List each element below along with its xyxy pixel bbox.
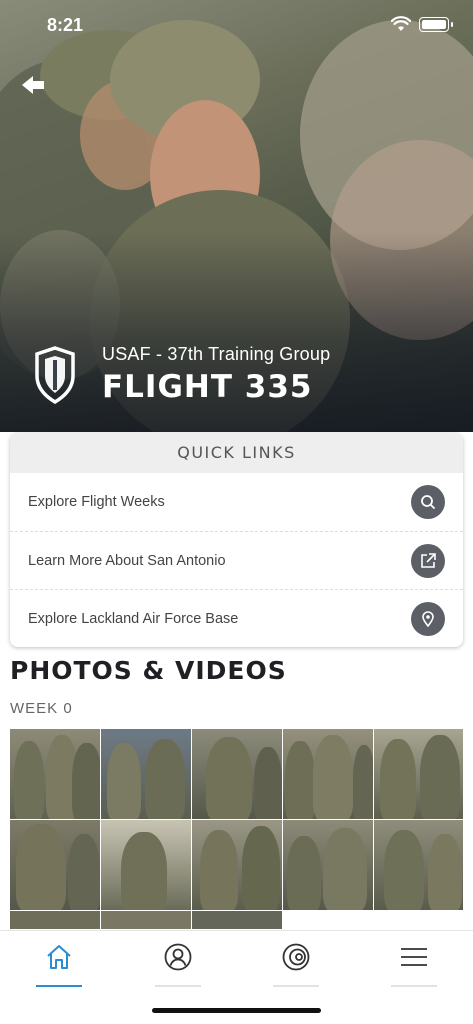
home-icon [47, 945, 71, 969]
photo-thumbnail[interactable] [10, 729, 100, 819]
hero-title: FLIGHT 335 [102, 369, 313, 405]
hero-title-block: USAF - 37th Training Group FLIGHT 335 [34, 344, 330, 405]
tab-indicator [155, 985, 201, 987]
photo-thumbnail[interactable] [101, 729, 191, 819]
back-arrow-icon [22, 76, 44, 94]
wifi-icon [391, 16, 411, 31]
tab-target[interactable] [273, 931, 319, 987]
target-icon [282, 943, 310, 971]
search-icon [411, 485, 445, 519]
back-button[interactable] [20, 72, 48, 98]
photo-grid [10, 729, 463, 929]
menu-icon [401, 948, 427, 966]
photo-thumbnail[interactable] [374, 820, 463, 910]
photo-thumbnail[interactable] [374, 729, 463, 819]
tab-home[interactable] [36, 931, 82, 987]
quick-link-san-antonio[interactable]: Learn More About San Antonio [10, 531, 463, 589]
hero-text: USAF - 37th Training Group FLIGHT 335 [102, 344, 330, 405]
quick-link-label: Explore Flight Weeks [28, 494, 165, 510]
tab-profile[interactable] [155, 931, 201, 987]
quick-link-explore-flight-weeks[interactable]: Explore Flight Weeks [10, 473, 463, 531]
home-indicator[interactable] [152, 1008, 321, 1013]
map-pin-icon [411, 602, 445, 636]
photo-thumbnail[interactable] [101, 820, 191, 910]
week-label: WEEK 0 [10, 700, 73, 717]
photo-thumbnail[interactable] [101, 911, 191, 929]
photo-thumbnail[interactable] [192, 820, 282, 910]
battery-icon [419, 16, 453, 32]
photo-thumbnail[interactable] [192, 911, 282, 929]
quick-link-label: Explore Lackland Air Force Base [28, 610, 239, 627]
shield-logo-icon [35, 345, 75, 404]
hero-banner: 8:21 USAF - 37th Training Group FLIGHT 3… [0, 0, 473, 432]
quick-links-card: QUICK LINKS Explore Flight Weeks Learn M… [10, 433, 463, 647]
hero-subtitle: USAF - 37th Training Group [102, 344, 331, 364]
photo-thumbnail[interactable] [283, 729, 373, 819]
status-bar: 8:21 [0, 0, 473, 50]
photo-thumbnail[interactable] [192, 729, 282, 819]
photo-thumbnail[interactable] [283, 820, 373, 910]
photos-section-title: PHOTOS & VIDEOS [10, 656, 287, 685]
status-time: 8:21 [47, 15, 84, 35]
quick-link-lackland-afb[interactable]: Explore Lackland Air Force Base [10, 589, 463, 647]
quick-link-label: Learn More About San Antonio [28, 552, 226, 569]
user-icon [164, 943, 192, 971]
tab-active-indicator [36, 985, 82, 987]
photo-thumbnail[interactable] [10, 820, 100, 910]
tab-indicator [273, 985, 319, 987]
status-icons [391, 16, 453, 32]
external-link-icon [411, 544, 445, 578]
tab-indicator [391, 985, 437, 987]
photo-thumbnail[interactable] [10, 911, 100, 929]
tab-menu[interactable] [391, 931, 437, 987]
quick-links-header: QUICK LINKS [10, 433, 463, 473]
